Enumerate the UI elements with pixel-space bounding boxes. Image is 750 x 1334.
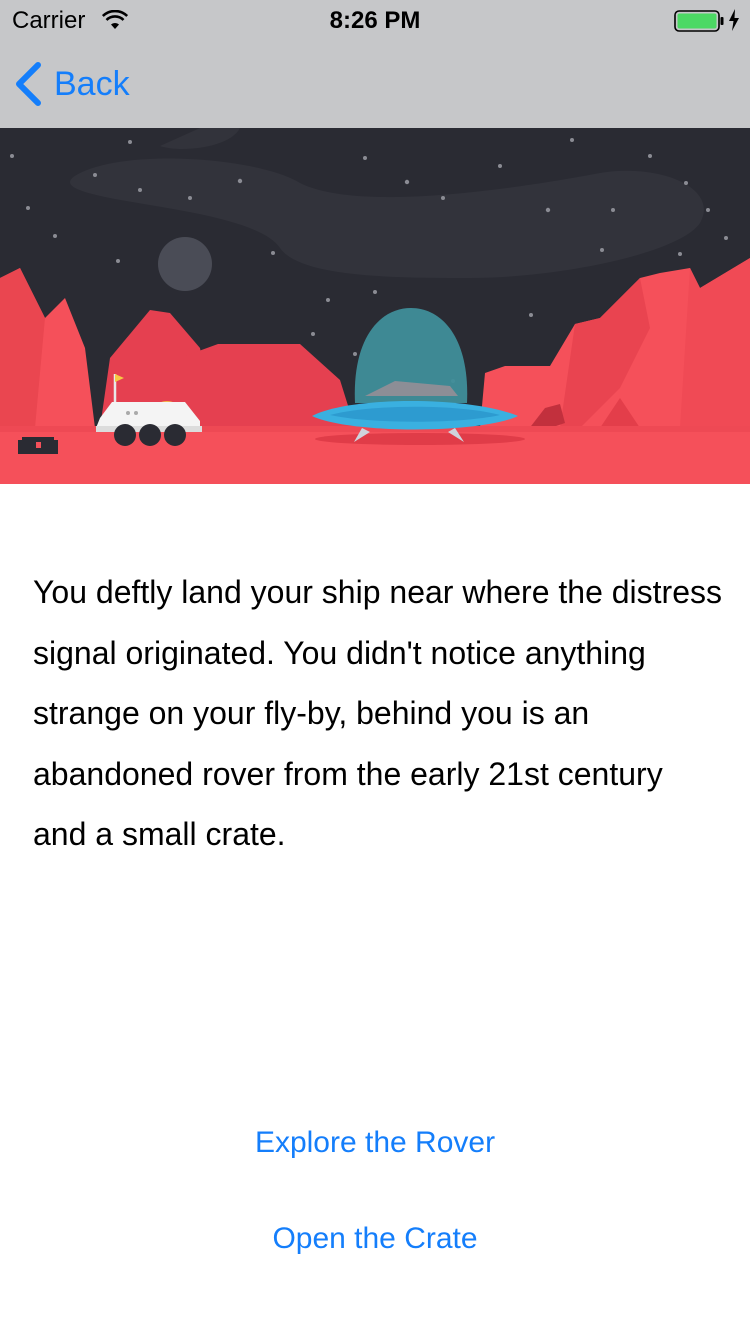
back-button[interactable]: Back	[14, 60, 130, 108]
story-text: You deftly land your ship near where the…	[33, 574, 722, 852]
moon	[158, 237, 212, 291]
navigation-bar: Back	[0, 40, 750, 128]
chevron-left-icon	[16, 62, 41, 106]
status-time: 8:26 PM	[329, 7, 421, 34]
explore-rover-button[interactable]: Explore the Rover	[0, 1126, 750, 1160]
back-label: Back	[54, 64, 130, 103]
status-bar: Carrier 8:26 PM	[0, 0, 750, 40]
crate-icon	[18, 437, 58, 454]
open-crate-button[interactable]: Open the Crate	[0, 1222, 750, 1256]
mars-landing-illustration	[0, 128, 750, 484]
battery-full-icon	[674, 10, 724, 32]
charging-bolt-icon	[729, 9, 739, 31]
